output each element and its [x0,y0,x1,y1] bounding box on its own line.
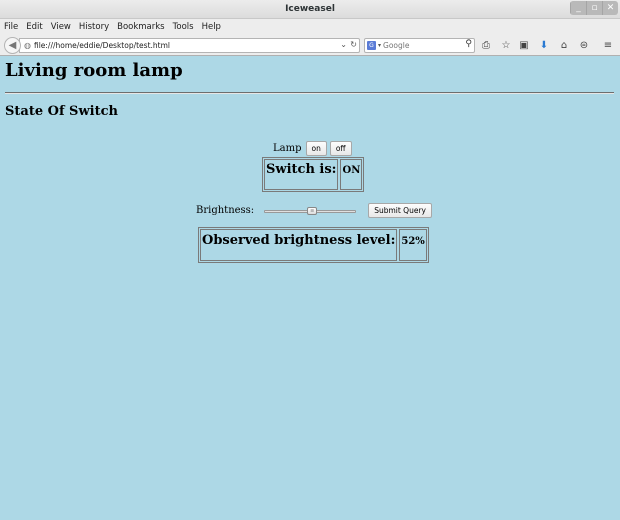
window-title: Iceweasel [285,4,335,14]
search-engine-dropdown-icon[interactable]: ▾ [378,42,381,49]
lamp-label: Lamp [273,143,302,154]
observed-value-cell: 52% [399,229,427,261]
menu-bookmarks[interactable]: Bookmarks [117,22,165,32]
print-icon[interactable]: ⎙ [479,38,493,52]
hamburger-menu-icon[interactable]: ≡ [601,38,615,52]
horizontal-rule [5,92,614,94]
minimize-button[interactable]: _ [570,1,586,15]
back-button[interactable]: ◀ [4,37,21,54]
observed-label-cell: Observed brightness level: [200,229,398,261]
url-bar[interactable]: ◍ file:///home/eddie/Desktop/test.html ⌄… [19,38,360,53]
home-icon[interactable]: ⌂ [557,38,571,52]
observed-brightness-table: Observed brightness level: 52% [198,227,429,263]
brightness-label: Brightness: [196,205,255,216]
lamp-control-row: Lamp on off [273,141,352,156]
menu-file[interactable]: File [4,22,18,32]
off-button[interactable]: off [329,141,352,156]
section-title: State Of Switch [5,104,118,119]
brightness-slider[interactable]: ≡ [264,206,357,215]
back-arrow-icon: ◀ [8,40,17,51]
window-controls: _ ▫ ✕ [570,1,618,15]
menu-view[interactable]: View [51,22,71,32]
url-text[interactable]: file:///home/eddie/Desktop/test.html [34,41,170,50]
page-content: Living room lamp State Of Switch Lamp on… [0,57,620,520]
submit-query-button[interactable]: Submit Query [368,203,432,218]
search-engine-icon[interactable]: G [367,41,376,50]
reload-icon[interactable]: ↻ [350,40,357,49]
menu-bar: File Edit View History Bookmarks Tools H… [0,19,620,35]
window-titlebar: Iceweasel _ ▫ ✕ [0,0,620,19]
menu-tools[interactable]: Tools [173,22,194,32]
search-bar[interactable]: G ▾ ⚲ [364,38,475,53]
bookmark-star-icon[interactable]: ☆ [499,38,513,52]
switch-value-cell: ON [340,159,363,190]
search-input[interactable] [383,41,464,50]
sync-icon[interactable]: ⊜ [577,38,591,52]
close-button[interactable]: ✕ [602,1,618,15]
page-title: Living room lamp [5,60,183,81]
menu-help[interactable]: Help [202,22,221,32]
download-icon[interactable]: ⬇ [537,38,551,52]
navigation-toolbar: ◍ file:///home/eddie/Desktop/test.html ⌄… [0,35,620,56]
menu-history[interactable]: History [79,22,109,32]
search-icon[interactable]: ⚲ [465,39,472,49]
on-button[interactable]: on [305,141,327,156]
slider-thumb[interactable]: ≡ [307,206,318,215]
maximize-button[interactable]: ▫ [586,1,602,15]
clipboard-icon[interactable]: ▣ [517,38,531,52]
brightness-row: Brightness: ≡ Submit Query [196,203,432,218]
url-dropdown-icon[interactable]: ⌄ [340,40,347,49]
switch-state-table: Switch is: ON [262,157,365,192]
switch-label-cell: Switch is: [264,159,339,190]
menu-edit[interactable]: Edit [26,22,42,32]
page-info-icon[interactable]: ◍ [24,41,31,50]
